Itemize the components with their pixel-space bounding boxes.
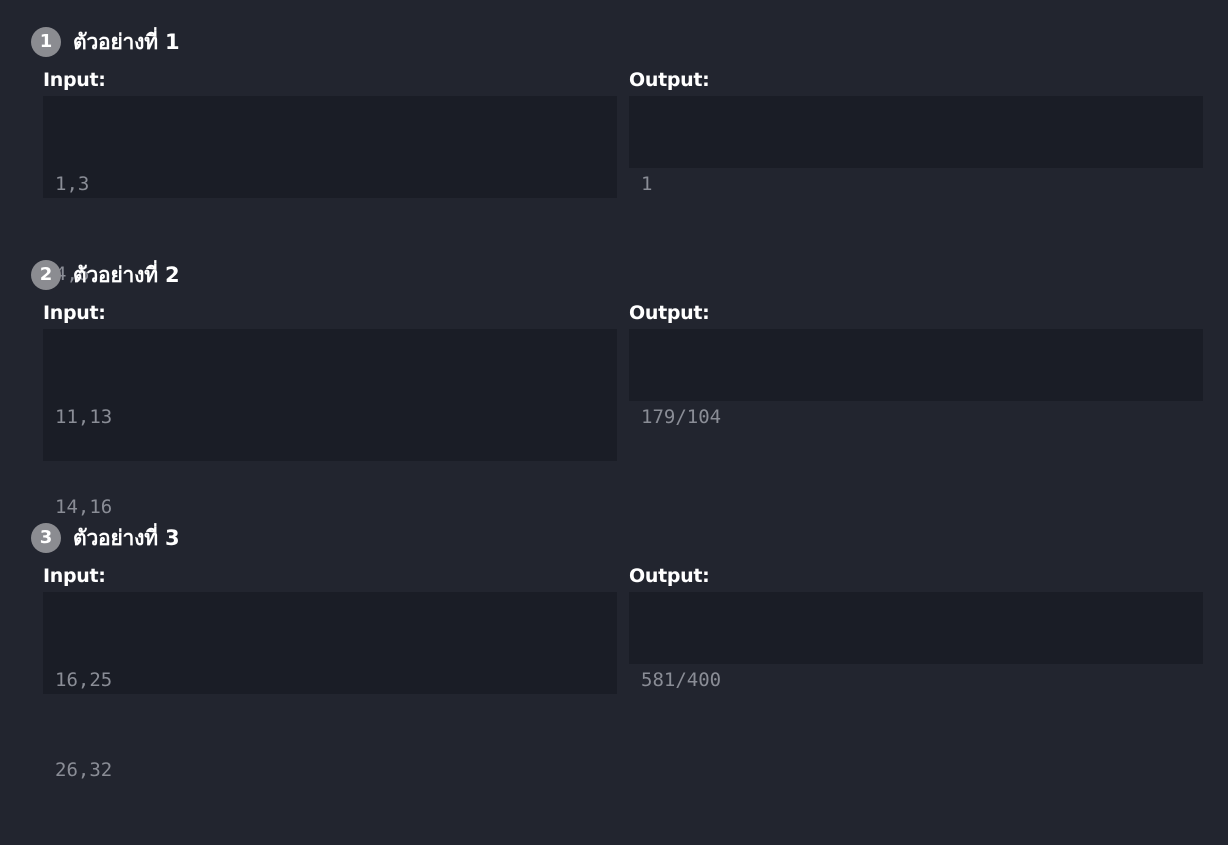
example-number-badge: 1 xyxy=(31,27,61,57)
example-title: ตัวอย่างที่ 3 xyxy=(73,525,180,550)
example-title: ตัวอย่างที่ 2 xyxy=(73,262,180,287)
example-header: 1 ตัวอย่างที่ 1 xyxy=(31,27,180,57)
input-box: 1,3 4,6 xyxy=(43,96,617,285)
input-line: 26,32 xyxy=(55,759,113,781)
example-title: ตัวอย่างที่ 1 xyxy=(73,29,180,54)
input-label: Input: xyxy=(43,69,106,91)
output-box: 581/400 xyxy=(629,592,1203,691)
output-box: 1 xyxy=(629,96,1203,195)
output-label: Output: xyxy=(629,69,710,91)
input-line: 1,3 xyxy=(55,173,90,195)
example-header: 2 ตัวอย่างที่ 2 xyxy=(31,260,180,290)
input-line: 14,16 xyxy=(55,496,113,518)
output-value: 179/104 xyxy=(641,406,722,428)
output-box: 179/104 xyxy=(629,329,1203,428)
output-label: Output: xyxy=(629,302,710,324)
input-label: Input: xyxy=(43,565,106,587)
input-box: 16,25 26,32 xyxy=(43,592,617,781)
input-line: 16,25 xyxy=(55,669,113,691)
example-number-badge: 3 xyxy=(31,523,61,553)
example-number-badge: 2 xyxy=(31,260,61,290)
example-header: 3 ตัวอย่างที่ 3 xyxy=(31,523,180,553)
input-label: Input: xyxy=(43,302,106,324)
output-label: Output: xyxy=(629,565,710,587)
input-line: 11,13 xyxy=(55,406,113,428)
input-box: 11,13 14,16 xyxy=(43,329,617,518)
output-value: 1 xyxy=(641,173,653,195)
output-value: 581/400 xyxy=(641,669,722,691)
